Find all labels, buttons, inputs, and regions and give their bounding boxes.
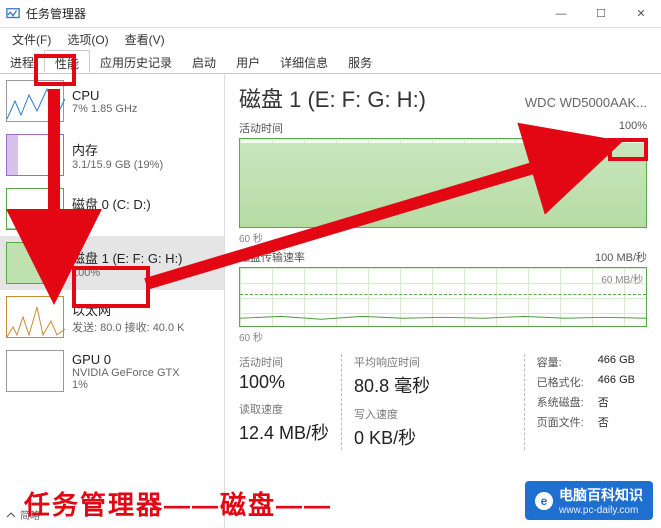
sysdisk-value: 否: [598, 394, 635, 410]
capacity-label: 容量:: [537, 354, 584, 370]
read-speed-value: 12.4 MB/秒: [239, 419, 329, 445]
close-button[interactable]: ✕: [621, 0, 661, 28]
pagefile-label: 页面文件:: [537, 414, 584, 430]
stats-row: 活动时间 100% 读取速度 12.4 MB/秒 平均响应时间 80.8 毫秒 …: [239, 354, 647, 450]
formatted-label: 已格式化:: [537, 374, 584, 390]
write-speed-value: 0 KB/秒: [354, 424, 430, 450]
minimize-button[interactable]: —: [541, 0, 581, 28]
watermark-icon: e: [535, 492, 553, 510]
tab-strip: 进程 性能 应用历史记录 启动 用户 详细信息 服务: [0, 50, 661, 74]
menu-file[interactable]: 文件(F): [4, 31, 59, 48]
sidebar-item-cpu[interactable]: CPU 7% 1.85 GHz: [0, 74, 224, 128]
title-bar: 任务管理器 — ☐ ✕: [0, 0, 661, 28]
sidebar-item-label: GPU 0: [72, 352, 180, 367]
gpu0-thumb: [6, 350, 64, 392]
active-time-stat-value: 100%: [239, 372, 329, 393]
watermark: e 电脑百科知识 www.pc-daily.com: [525, 481, 653, 520]
read-speed-label: 读取速度: [239, 401, 329, 417]
active-time-max: 100%: [619, 120, 647, 136]
write-speed-label: 写入速度: [354, 406, 430, 422]
window-title: 任务管理器: [26, 5, 541, 22]
sidebar-item-sub: NVIDIA GeForce GTX: [72, 367, 180, 379]
capacity-value: 466 GB: [598, 354, 635, 370]
detail-model: WDC WD5000AAK...: [525, 95, 647, 110]
tab-processes[interactable]: 进程: [0, 50, 44, 73]
sidebar-item-sub: 发送: 80.0 接收: 40.0 K: [72, 319, 185, 335]
sidebar-item-gpu0[interactable]: GPU 0 NVIDIA GeForce GTX 1%: [0, 344, 224, 398]
maximize-button[interactable]: ☐: [581, 0, 621, 28]
app-icon: [6, 7, 20, 21]
sidebar-item-sub: 7% 1.85 GHz: [72, 103, 137, 115]
sidebar-item-label: CPU: [72, 88, 137, 103]
formatted-value: 466 GB: [598, 374, 635, 390]
avg-response-value: 80.8 毫秒: [354, 372, 430, 398]
tab-app-history[interactable]: 应用历史记录: [90, 50, 182, 73]
pagefile-value: 否: [598, 414, 635, 430]
active-time-stat-label: 活动时间: [239, 354, 329, 370]
throughput-xaxis: 60 秒: [239, 329, 647, 344]
sidebar-item-sub2: 1%: [72, 379, 180, 391]
menu-options[interactable]: 选项(O): [59, 31, 116, 48]
menu-view[interactable]: 查看(V): [117, 31, 173, 48]
sysdisk-label: 系统磁盘:: [537, 394, 584, 410]
annotation-arrow-diagonal: [138, 132, 618, 307]
watermark-url: www.pc-daily.com: [559, 505, 643, 516]
menu-bar: 文件(F) 选项(O) 查看(V): [0, 28, 661, 50]
annotation-caption: 任务管理器——磁盘——: [24, 485, 332, 522]
tab-users[interactable]: 用户: [226, 50, 270, 73]
avg-response-label: 平均响应时间: [354, 354, 430, 370]
watermark-brand: 电脑百科知识: [559, 487, 643, 503]
chevron-up-icon: [6, 510, 16, 520]
detail-title: 磁盘 1 (E: F: G: H:): [239, 82, 426, 114]
tab-details[interactable]: 详细信息: [270, 50, 338, 73]
tab-services[interactable]: 服务: [338, 50, 382, 73]
tab-startup[interactable]: 启动: [182, 50, 226, 73]
tab-performance[interactable]: 性能: [44, 50, 90, 73]
annotation-arrow-down: [39, 89, 69, 274]
ethernet-thumb: [6, 296, 64, 338]
